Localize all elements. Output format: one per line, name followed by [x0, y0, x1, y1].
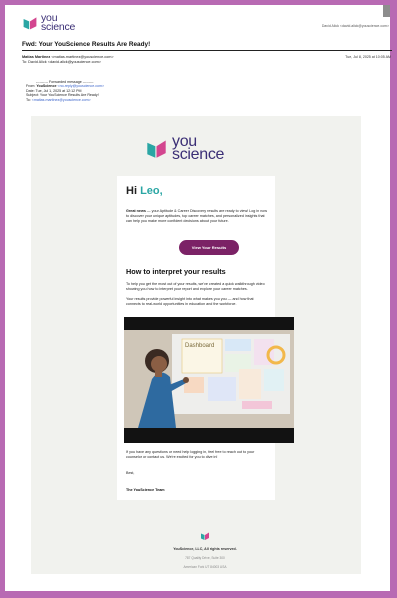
email-logo: you science: [145, 134, 225, 163]
from-email[interactable]: <matias.martinez@youscience.com>: [51, 55, 113, 59]
greeting: Hi Leo,: [126, 185, 163, 197]
signoff: Best,: [126, 471, 135, 475]
from-name: Matias Martinez: [22, 55, 51, 59]
board-label: Dashboard: [185, 343, 214, 349]
footer-address-line2: American Fork UT 84003 USA: [183, 565, 227, 569]
section-title: How to interpret your results: [126, 267, 226, 276]
youscience-logo-icon: [147, 140, 166, 158]
email-meta: Matias Martinez <matias.martinez@youscie…: [22, 55, 114, 65]
forward-from-label: From:: [26, 84, 37, 89]
forward-from-email[interactable]: <no-reply@youscience.com>: [58, 84, 105, 88]
email-wordmark-line2: science: [172, 145, 225, 163]
insight-paragraph: Your results provide powerful insight in…: [126, 297, 254, 306]
footer-address-line1: 787 Quality Drive, Suite 300: [185, 556, 225, 560]
scrollbar-corner[interactable]: [383, 5, 390, 17]
footer-logo: [200, 528, 210, 546]
signature: The YouScience Team: [126, 488, 165, 492]
forward-to-email[interactable]: <matias.martinez@youscience.com>: [32, 98, 91, 102]
header-divider: [22, 50, 392, 51]
brand-wordmark: you science: [41, 13, 76, 33]
brand-logo: you science: [22, 13, 76, 33]
forward-from-name: YouScience: [36, 84, 57, 89]
email-subject: Fwd: Your YouScience Results Are Ready!: [22, 41, 151, 48]
to-line: To: David Alick <david.alick@youscience.…: [22, 60, 101, 64]
email-wordmark: you science: [172, 134, 225, 163]
footer-company: YouScience, LLC, All rights reserved.: [173, 547, 237, 551]
youscience-mark-icon: [201, 532, 209, 540]
forward-to: To: <matias.martinez@youscience.com>: [26, 98, 104, 102]
intro-text: — your Aptitude & Career Discovery resul…: [126, 209, 268, 223]
forwarded-header: ---------- Forwarded message --------- F…: [26, 80, 104, 102]
intro-paragraph: Great news — your Aptitude & Career Disc…: [126, 209, 268, 224]
video-thumbnail: Dashboard: [124, 317, 294, 443]
walkthrough-video[interactable]: Dashboard: [124, 317, 294, 443]
walkthrough-paragraph: To help you get the most out of your res…: [126, 282, 265, 291]
greeting-text: Hi: [126, 185, 141, 197]
youscience-logo-icon: [23, 16, 37, 29]
account-sender: David Alick <david.alick@youscience.com>: [321, 24, 389, 28]
brand-line2: science: [41, 20, 76, 33]
email-datetime: Tue, Jul 8, 2025 at 10:05 AM: [345, 55, 391, 59]
intro-bold: Great news: [126, 209, 146, 213]
help-paragraph: If you have any questions or need help l…: [126, 450, 255, 459]
view-results-button[interactable]: View Your Results: [179, 240, 239, 255]
recipient-name: Leo,: [140, 185, 163, 197]
